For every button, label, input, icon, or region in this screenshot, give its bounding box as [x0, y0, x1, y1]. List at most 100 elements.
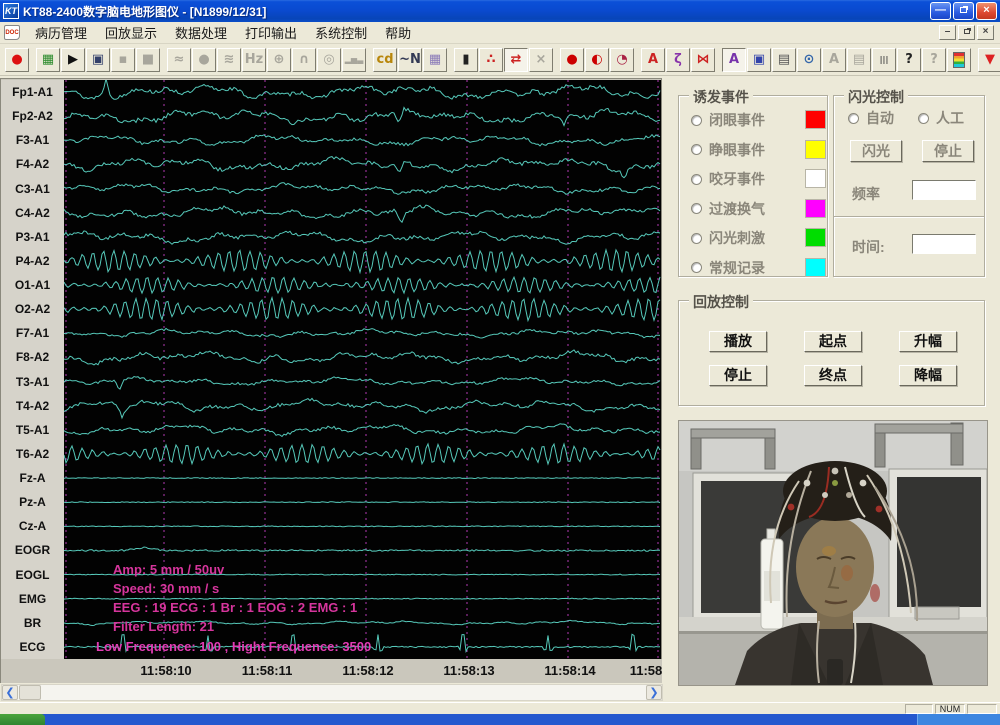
arrows-compare-button[interactable]: ⇄ — [504, 48, 528, 72]
auto-radio[interactable] — [848, 113, 859, 124]
pie-map-button[interactable]: ◔ — [610, 48, 634, 72]
mdi-restore-button[interactable] — [958, 25, 975, 40]
frequency-button: Hz — [242, 48, 266, 72]
eeg-waveform-area[interactable]: Amp: 5 mm / 50uvSpeed: 30 mm / sEEG : 19… — [64, 80, 661, 659]
event-color-swatch-2 — [805, 169, 826, 188]
eeg-overlay-line-2: EEG : 19 ECG : 1 Br : 1 EOG : 2 EMG : 1 — [113, 600, 357, 615]
text-stamp-button: A — [822, 48, 846, 72]
menu-item-4[interactable]: 系统控制 — [306, 21, 376, 44]
auto-label: 自动 — [866, 108, 894, 128]
channel-swap-button[interactable]: ⋈ — [691, 48, 715, 72]
stop-button: ■ — [136, 48, 160, 72]
playback-control-title: 回放控制 — [689, 292, 753, 312]
menu-item-3[interactable]: 打印输出 — [236, 21, 306, 44]
channel-label-fz-a: Fz-A — [1, 471, 64, 485]
montage-button[interactable]: ▦ — [36, 48, 60, 72]
print-preview-button[interactable]: ⊙ — [797, 48, 821, 72]
mdi-close-button[interactable]: × — [977, 25, 994, 40]
export-button[interactable]: ▼ — [978, 48, 1000, 72]
event-color-swatch-4 — [805, 228, 826, 247]
save-button[interactable]: ▣ — [747, 48, 771, 72]
positioning-button: ⊕ — [267, 48, 291, 72]
close-x-button: × — [529, 48, 553, 72]
record-button[interactable]: ● — [5, 48, 29, 72]
manual-radio[interactable] — [918, 113, 929, 124]
video-camera-button[interactable]: ▮ — [454, 48, 478, 72]
mdi-minimize-button[interactable]: – — [939, 25, 956, 40]
event-row-4: 闪光刺激 — [691, 228, 765, 248]
close-button[interactable]: × — [976, 2, 997, 20]
color-legend-button[interactable] — [947, 48, 971, 72]
event-radio-1[interactable] — [691, 144, 702, 155]
start-button-edge[interactable] — [0, 714, 45, 725]
channel-label-pz-a: Pz-A — [1, 495, 64, 509]
flash-time-groupbox: 时间: — [833, 216, 985, 277]
play-button[interactable]: ▶ — [61, 48, 85, 72]
menu-item-2[interactable]: 数据处理 — [166, 21, 236, 44]
event-label-3: 过渡换气 — [709, 199, 765, 219]
menu-item-0[interactable]: 病历管理 — [26, 21, 96, 44]
channel-label-f4-a2: F4-A2 — [1, 157, 64, 171]
event-radio-5[interactable] — [691, 262, 702, 273]
menu-item-1[interactable]: 回放显示 — [96, 21, 166, 44]
playback-stop-button[interactable]: 停止 — [709, 365, 767, 386]
half-circle-map-button[interactable]: ◐ — [585, 48, 609, 72]
channel-label-f7-a1: F7-A1 — [1, 326, 64, 340]
playback-amp-down-button[interactable]: 降幅 — [899, 365, 957, 386]
flash-control-groupbox: 闪光控制 自动 人工 闪光 停止 频率 — [833, 95, 985, 217]
event-radio-3[interactable] — [691, 203, 702, 214]
title-bar: KT KT88-2400数字脑电地形图仪 - [N1899/12/31] — × — [0, 0, 1000, 22]
annotate-a-button[interactable]: A — [641, 48, 665, 72]
spike-detect-button[interactable]: ~N — [398, 48, 422, 72]
playback-control-groupbox: 回放控制 播放起点升幅停止终点降幅 — [678, 300, 985, 406]
print-button[interactable]: ▤ — [772, 48, 796, 72]
channel-label-eogr: EOGR — [1, 543, 64, 557]
color-legend-icon — [953, 52, 965, 68]
playback-end-point-button[interactable]: 终点 — [804, 365, 862, 386]
channel-label-f8-a2: F8-A2 — [1, 350, 64, 364]
scrollbar-thumb[interactable] — [19, 685, 41, 700]
playback-amp-up-button[interactable]: 升幅 — [899, 331, 957, 352]
scroll-right-button[interactable]: ❯ — [646, 685, 662, 700]
spectrum-button: ≋ — [217, 48, 241, 72]
acd-compress-button[interactable]: cd — [373, 48, 397, 72]
channel-label-t3-a1: T3-A1 — [1, 375, 64, 389]
playback-play-button[interactable]: 播放 — [709, 331, 767, 352]
flash-button[interactable]: 闪光 — [850, 140, 902, 162]
patient-video — [678, 420, 988, 686]
eeg-overlay-line-4: Low Frequence: 100 , Hight Frequence: 35… — [96, 639, 371, 654]
toolbar: ●▦▶▣▪■≈●≋Hz⊕∩◎▂▅▃cd~N▦▮∴⇄×●◐◔Aζ⋈A▣▤⊙A▤||… — [0, 44, 1000, 76]
scatter-button[interactable]: ∴ — [479, 48, 503, 72]
horizontal-scrollbar[interactable]: ❮ ❯ — [1, 684, 663, 701]
event-radio-2[interactable] — [691, 174, 702, 185]
minimize-button[interactable]: — — [930, 2, 951, 20]
barcode-button[interactable]: ||| — [872, 48, 896, 72]
eeg-overlay-line-1: Speed: 30 mm / s — [113, 581, 219, 596]
matrix-button[interactable]: ▦ — [423, 48, 447, 72]
wave-annotate-button[interactable]: A — [722, 48, 746, 72]
scroll-left-button[interactable]: ❮ — [2, 685, 18, 700]
event-label-1: 睁眼事件 — [709, 140, 765, 160]
monitor-review-button[interactable]: ▣ — [86, 48, 110, 72]
restore-button[interactable] — [953, 2, 974, 20]
circle-map-button[interactable]: ● — [560, 48, 584, 72]
menu-bar: DOC 病历管理回放显示数据处理打印输出系统控制帮助 – × — [0, 22, 1000, 44]
channel-label-t6-a2: T6-A2 — [1, 447, 64, 461]
event-row-2: 咬牙事件 — [691, 169, 765, 189]
channel-label-column: Fp1-A1Fp2-A2F3-A1F4-A2C3-A1C4-A2P3-A1P4-… — [1, 80, 64, 659]
frequency-input[interactable] — [912, 180, 976, 200]
time-input[interactable] — [912, 234, 976, 254]
menu-item-5[interactable]: 帮助 — [376, 21, 420, 44]
channel-label-cz-a: Cz-A — [1, 519, 64, 533]
playback-start-point-button[interactable]: 起点 — [804, 331, 862, 352]
flash-control-title: 闪光控制 — [844, 87, 908, 107]
evoked-events-groupbox: 诱发事件 闭眼事件睁眼事件咬牙事件过渡换气闪光刺激常规记录 — [678, 95, 828, 277]
status-bar: NUM — [0, 702, 1000, 714]
event-radio-4[interactable] — [691, 233, 702, 244]
help-button[interactable]: ? — [897, 48, 921, 72]
print2-button: ▤ — [847, 48, 871, 72]
window-title: KT88-2400数字脑电地形图仪 - [N1899/12/31] — [23, 3, 930, 20]
flash-stop-button[interactable]: 停止 — [922, 140, 974, 162]
filter-zigzag-button[interactable]: ζ — [666, 48, 690, 72]
event-radio-0[interactable] — [691, 115, 702, 126]
